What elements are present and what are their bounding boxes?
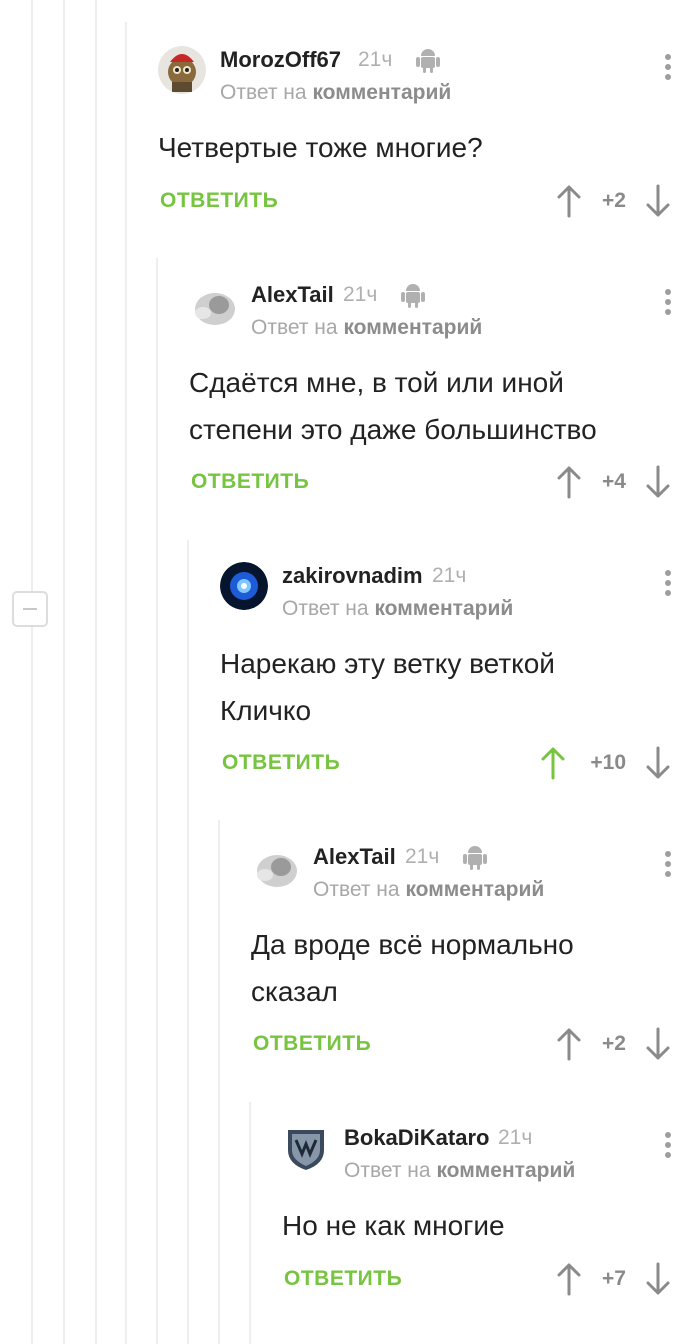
reply-button[interactable]: ОТВЕТИТЬ	[160, 186, 278, 216]
avatar[interactable]	[251, 843, 299, 891]
thread-line	[218, 820, 220, 1344]
vote-score: +2	[602, 189, 626, 212]
reply-target-link[interactable]: комментарий	[405, 878, 544, 901]
android-icon	[401, 284, 426, 308]
upvote-icon[interactable]	[556, 184, 582, 218]
comment: zakirovnadim 21ч Ответ на комментарий На…	[220, 562, 700, 834]
comment-author[interactable]: MorozOff67	[220, 47, 341, 73]
comment-footer: ОТВЕТИТЬ +2	[158, 184, 700, 218]
comment-time: 21ч	[432, 564, 467, 587]
reply-prefix: Ответ на	[251, 316, 338, 339]
reply-prefix: Ответ на	[282, 597, 369, 620]
android-icon	[463, 846, 488, 870]
reply-button[interactable]: ОТВЕТИТЬ	[253, 1029, 371, 1059]
comment-body: Сдаётся мне, в той или иной степени это …	[189, 367, 597, 445]
reply-button[interactable]: ОТВЕТИТЬ	[191, 467, 309, 497]
reply-button[interactable]: ОТВЕТИТЬ	[284, 1264, 402, 1294]
downvote-icon[interactable]	[645, 1262, 671, 1296]
thread-line	[125, 22, 127, 1344]
comment-body: Четвертые тоже многие?	[158, 132, 483, 163]
downvote-icon[interactable]	[645, 465, 671, 499]
comment-body: Нарекаю эту ветку веткой Кличко	[220, 648, 555, 726]
reply-to-line: Ответ на комментарий	[313, 877, 544, 903]
reply-button[interactable]: ОТВЕТИТЬ	[222, 748, 340, 778]
comment-footer: ОТВЕТИТЬ +4	[189, 465, 700, 499]
reply-to-line: Ответ на комментарий	[220, 80, 451, 106]
vote-score: +2	[602, 1032, 626, 1055]
upvote-icon[interactable]	[556, 465, 582, 499]
more-options-icon[interactable]	[664, 570, 672, 598]
downvote-icon[interactable]	[645, 184, 671, 218]
thread-line	[187, 540, 189, 1344]
upvote-icon[interactable]	[556, 1027, 582, 1061]
upvote-icon[interactable]	[556, 1262, 582, 1296]
comment-author[interactable]: AlexTail	[313, 844, 396, 870]
comment-time: 21ч	[358, 48, 393, 71]
reply-prefix: Ответ на	[220, 81, 307, 104]
vote-score: +10	[590, 751, 626, 774]
comment: BokaDiKataro 21ч Ответ на комментарий Но…	[282, 1124, 700, 1324]
thread-line	[63, 0, 65, 1344]
comment-footer: ОТВЕТИТЬ +7	[282, 1262, 700, 1296]
avatar[interactable]	[189, 281, 237, 329]
comment-body: Да вроде всё нормально сказал	[251, 929, 574, 1007]
comment-author[interactable]: AlexTail	[251, 282, 334, 308]
reply-target-link[interactable]: комментарий	[374, 597, 513, 620]
reply-to-line: Ответ на комментарий	[282, 596, 513, 622]
reply-to-line: Ответ на комментарий	[344, 1158, 575, 1184]
thread-line	[156, 258, 158, 1344]
reply-target-link[interactable]: комментарий	[436, 1159, 575, 1182]
reply-to-line: Ответ на комментарий	[251, 315, 482, 341]
thread-line	[31, 0, 33, 1344]
more-options-icon[interactable]	[664, 1132, 672, 1160]
downvote-icon[interactable]	[645, 1027, 671, 1061]
thread-line	[249, 1102, 251, 1344]
comment-author[interactable]: BokaDiKataro	[344, 1125, 489, 1151]
reply-target-link[interactable]: комментарий	[343, 316, 482, 339]
comment-time: 21ч	[405, 845, 440, 868]
comment: AlexTail 21ч Ответ на комментарий Да вро…	[251, 843, 700, 1115]
more-options-icon[interactable]	[664, 851, 672, 879]
comment-footer: ОТВЕТИТЬ +2	[251, 1027, 700, 1061]
comment: MorozOff67 21ч Ответ на комментарий Четв…	[158, 46, 700, 318]
thread-line	[95, 0, 97, 1344]
downvote-icon[interactable]	[645, 746, 671, 780]
comment-footer: ОТВЕТИТЬ +10	[220, 746, 700, 780]
upvote-icon[interactable]	[540, 746, 566, 780]
collapse-thread-button[interactable]	[12, 591, 48, 627]
reply-target-link[interactable]: комментарий	[312, 81, 451, 104]
avatar[interactable]	[220, 562, 268, 610]
avatar[interactable]	[282, 1124, 330, 1172]
more-options-icon[interactable]	[664, 289, 672, 317]
reply-prefix: Ответ на	[344, 1159, 431, 1182]
vote-score: +4	[602, 470, 626, 493]
avatar[interactable]	[158, 46, 206, 94]
vote-score: +7	[602, 1267, 626, 1290]
android-icon	[416, 49, 441, 73]
comment: AlexTail 21ч Ответ на комментарий Сдаётс…	[189, 281, 700, 553]
reply-prefix: Ответ на	[313, 878, 400, 901]
comment-time: 21ч	[498, 1126, 533, 1149]
comment-time: 21ч	[343, 283, 378, 306]
comment-author[interactable]: zakirovnadim	[282, 563, 423, 589]
more-options-icon[interactable]	[664, 54, 672, 82]
comment-body: Но не как многие	[282, 1210, 505, 1241]
